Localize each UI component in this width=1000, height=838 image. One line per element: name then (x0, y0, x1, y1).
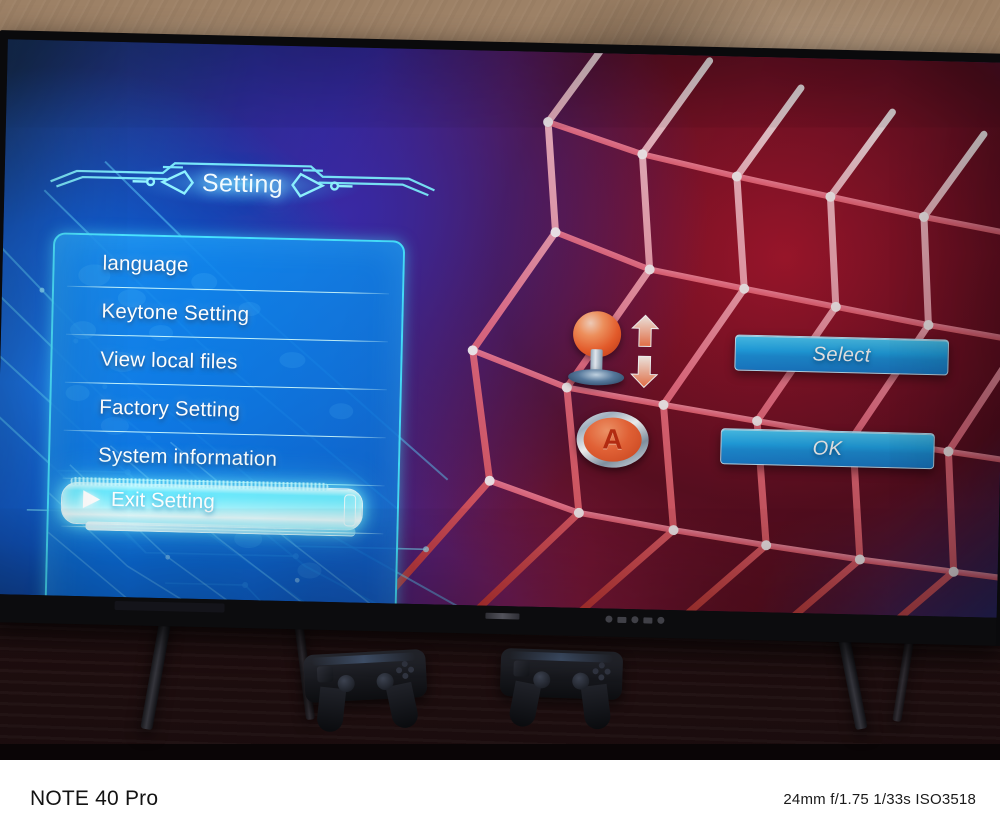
ok-button-label: OK (812, 436, 843, 460)
menu-item-label: Exit Setting (110, 487, 216, 514)
photo-caption-bar: NOTE 40 Pro 24mm f/1.75 1/33s ISO3518 (0, 760, 1000, 838)
menu-item-label: language (102, 251, 189, 277)
tv-screen: Setting language Keytone Setting View lo… (0, 39, 1000, 618)
settings-menu-list: language Keytone Setting View local file… (48, 238, 403, 535)
game-console-settings-ui: Setting language Keytone Setting View lo… (0, 39, 1000, 618)
television: Setting language Keytone Setting View lo… (0, 30, 1000, 646)
arcade-joystick-icon (566, 310, 630, 386)
page-title: Setting (201, 168, 284, 199)
tv-certification-marks (605, 615, 665, 624)
menu-item-keytone-setting[interactable]: Keytone Setting (53, 286, 402, 343)
table-front-edge (0, 744, 1000, 760)
exif-info-label: 24mm f/1.75 1/33s ISO3518 (783, 791, 976, 808)
right-arrow-icon (82, 490, 101, 509)
hex-mesh-decoration (396, 39, 1000, 618)
tv-bezel-strip (114, 600, 225, 613)
arrow-up-icon (631, 314, 660, 348)
select-button-label: Select (812, 342, 871, 367)
menu-item-factory-setting[interactable]: Factory Setting (51, 382, 400, 439)
menu-item-language[interactable]: language (54, 238, 403, 295)
gamepad-right (499, 647, 624, 731)
camera-model-label: NOTE 40 Pro (30, 787, 159, 810)
a-button-icon: A (575, 410, 650, 469)
setting-header-banner: Setting (42, 148, 443, 219)
tv-brand-logo (485, 612, 520, 620)
gamepad-left (303, 648, 429, 734)
menu-item-exit-setting[interactable]: Exit Setting (48, 478, 397, 535)
selection-bar-cap (343, 494, 357, 527)
menu-item-view-local-files[interactable]: View local files (52, 334, 401, 391)
screenshot-root: Setting language Keytone Setting View lo… (0, 0, 1000, 838)
menu-item-label: System information (97, 443, 278, 471)
photograph: Setting language Keytone Setting View lo… (0, 0, 1000, 760)
menu-item-label: Keytone Setting (101, 299, 250, 327)
a-button-label: A (602, 423, 624, 455)
settings-menu-panel: language Keytone Setting View local file… (43, 232, 406, 618)
ok-button[interactable]: OK (720, 428, 935, 470)
menu-item-label: View local files (100, 347, 238, 374)
arrow-down-icon (629, 355, 659, 389)
select-button[interactable]: Select (734, 334, 950, 376)
menu-item-label: Factory Setting (98, 395, 241, 422)
